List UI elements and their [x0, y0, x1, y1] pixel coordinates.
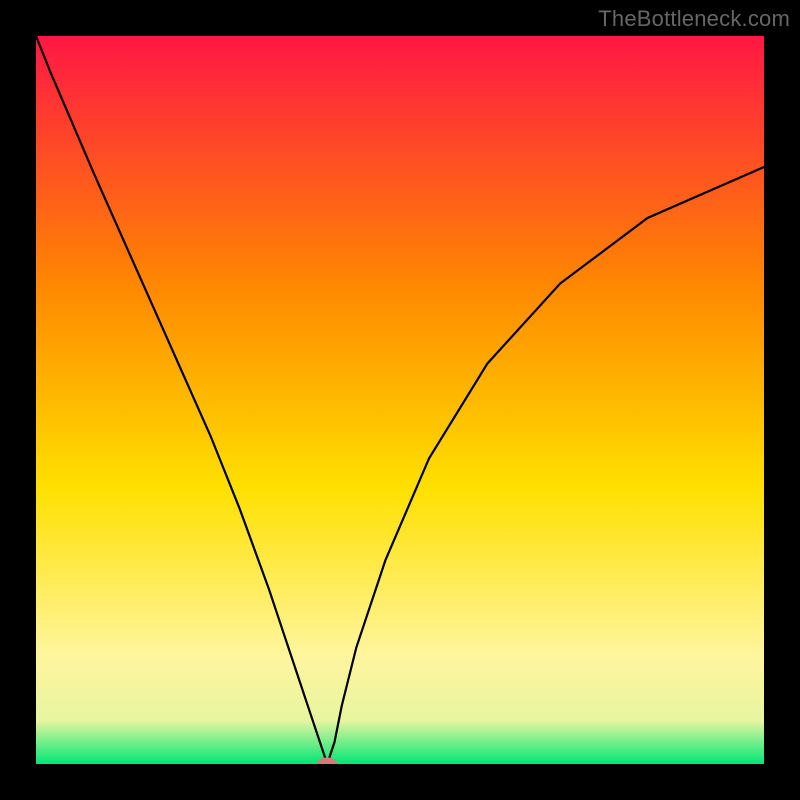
gradient-background	[36, 36, 764, 764]
chart-frame: TheBottleneck.com	[0, 0, 800, 800]
watermark-label: TheBottleneck.com	[598, 6, 790, 32]
chart-svg	[36, 36, 764, 764]
chart-plot-area	[36, 36, 764, 764]
